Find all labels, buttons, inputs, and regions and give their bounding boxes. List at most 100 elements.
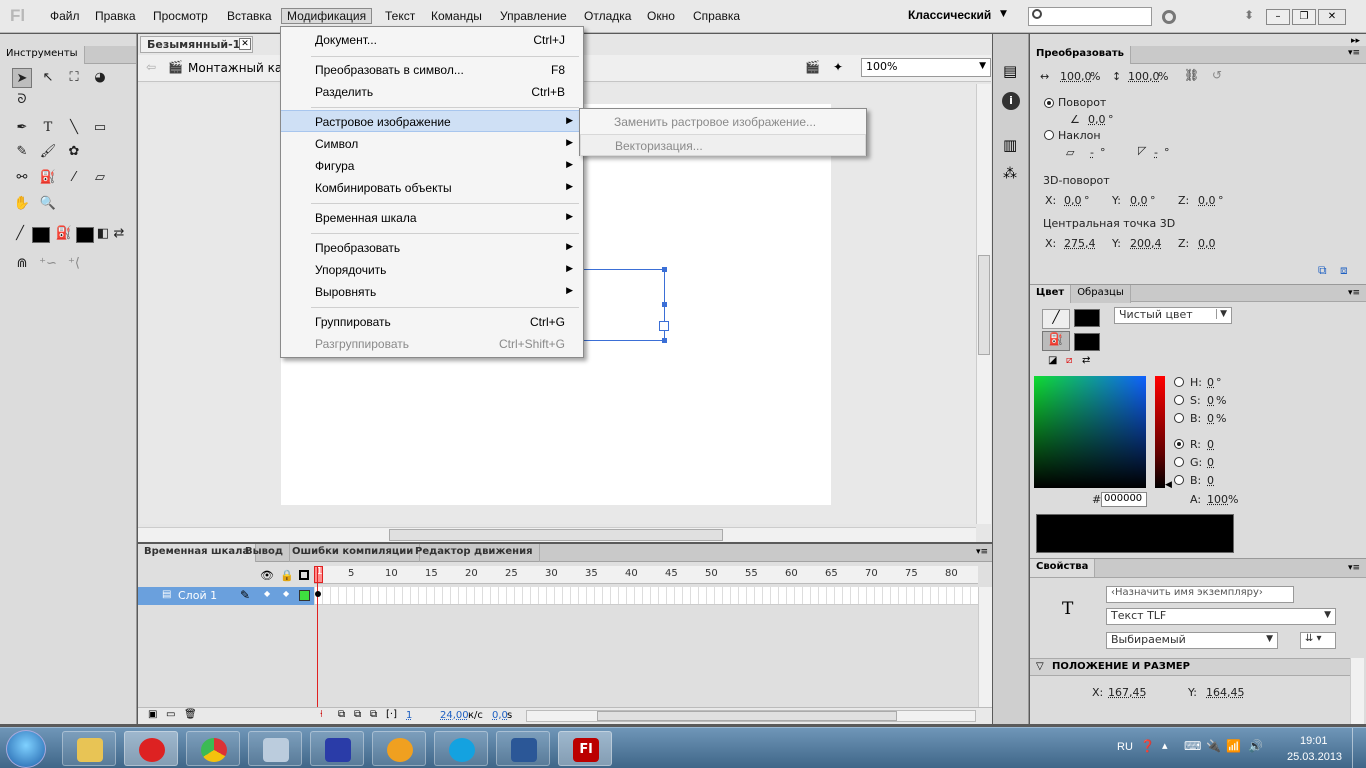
stroke-color-icon[interactable]: ╱ — [10, 224, 30, 244]
menu-control[interactable]: Управление — [500, 9, 567, 23]
edit-symbol-icon[interactable]: ✦ — [833, 60, 843, 74]
subselection-tool-icon[interactable]: ↖ — [38, 68, 58, 88]
menu-item-convert-to-symbol[interactable]: Преобразовать в символ... F8 — [281, 59, 583, 81]
tab-compiler-errors[interactable]: Ошибки компиляции — [286, 544, 421, 562]
rectangle-tool-icon[interactable]: ▭ — [90, 118, 110, 138]
edit-scene-icon[interactable]: 🎬 — [805, 60, 820, 74]
smooth-icon[interactable]: ⁺∽ — [38, 254, 58, 274]
resize-handle[interactable] — [662, 302, 667, 307]
time-value[interactable]: 0,0 — [492, 710, 508, 721]
close-button[interactable]: ✕ — [1318, 9, 1346, 25]
text-orientation-select[interactable]: ⇊ ▾ — [1300, 632, 1336, 649]
menu-commands[interactable]: Команды — [431, 9, 482, 23]
straighten-icon[interactable]: ⁺⟨ — [64, 254, 84, 274]
info-icon[interactable]: i — [1002, 92, 1020, 110]
minimize-button[interactable]: – — [1266, 9, 1290, 25]
s-value[interactable]: 0 — [1207, 394, 1214, 407]
menu-item-transform[interactable]: Преобразовать ▶ — [281, 237, 583, 259]
show-desktop-button[interactable] — [1352, 728, 1366, 768]
black-white-icon[interactable]: ◧ — [96, 224, 110, 244]
tray-expand-icon[interactable]: ▴ — [1162, 739, 1168, 752]
text-overflow-handle[interactable] — [659, 321, 669, 331]
menu-insert[interactable]: Вставка — [227, 9, 272, 23]
pen-tool-icon[interactable]: ✒ — [12, 118, 32, 138]
g-value[interactable]: 0 — [1207, 456, 1214, 469]
tab-color[interactable]: Цвет — [1030, 285, 1072, 303]
blue-value[interactable]: 0 — [1207, 474, 1214, 487]
document-tab[interactable]: Безымянный-1* — [140, 36, 254, 53]
menu-window[interactable]: Окно — [647, 9, 675, 23]
panel-menu-icon[interactable]: ▾≡ — [1348, 563, 1360, 573]
constrain-icon[interactable]: ⛓ — [1184, 68, 1199, 82]
eyedropper-tool-icon[interactable]: ⁄ — [64, 168, 84, 188]
color-picker-field[interactable] — [1034, 376, 1146, 488]
properties-scrollbar[interactable] — [1350, 658, 1364, 724]
menu-item-timeline[interactable]: Временная шкала ▶ — [281, 207, 583, 229]
lock-dot-icon[interactable]: ◆ — [283, 589, 289, 598]
menu-item-break-apart[interactable]: Разделить Ctrl+B — [281, 81, 583, 103]
menu-item-symbol[interactable]: Символ ▶ — [281, 133, 583, 155]
panel-menu-icon[interactable]: ▾≡ — [976, 547, 988, 557]
h-radio[interactable] — [1174, 377, 1184, 387]
resize-handle[interactable] — [662, 338, 667, 343]
swap-colors-icon[interactable]: ⇄ — [1082, 355, 1090, 366]
delete-icon[interactable]: 🗑 — [184, 709, 197, 720]
center-y-value[interactable]: 200,4 — [1130, 237, 1162, 250]
edit-multiple-icon[interactable]: ⧉ — [370, 709, 377, 720]
menu-help[interactable]: Справка — [693, 9, 740, 23]
keyframe-dot[interactable] — [315, 591, 321, 597]
back-arrow-icon[interactable]: ⇦ — [146, 60, 156, 74]
menu-item-document[interactable]: Документ... Ctrl+J — [281, 29, 583, 51]
rotation-z-value[interactable]: 0,0 — [1198, 194, 1216, 207]
fill-color-swatch[interactable] — [1074, 333, 1100, 351]
current-frame-value[interactable]: 1 — [406, 710, 412, 721]
stroke-color-icon[interactable]: ╱ — [1042, 309, 1070, 329]
paint-bucket-tool-icon[interactable]: ⛽ — [38, 168, 58, 188]
resize-handle[interactable] — [662, 267, 667, 272]
snap-magnet-icon[interactable]: ⋒ — [12, 254, 32, 274]
lock-icon[interactable]: 🔒 — [280, 569, 294, 582]
layer-color-icon[interactable] — [299, 590, 310, 601]
remove-transform-icon[interactable]: ⧈ — [1340, 263, 1348, 278]
zoom-select[interactable]: 100% ▼ — [861, 58, 991, 77]
tab-motion-editor[interactable]: Редактор движения — [409, 544, 540, 562]
rotation-y-value[interactable]: 0,0 — [1130, 194, 1148, 207]
b-radio[interactable] — [1174, 413, 1184, 423]
menu-item-combine-objects[interactable]: Комбинировать объекты ▶ — [281, 177, 583, 199]
panel-menu-icon[interactable]: ▾≡ — [1348, 288, 1360, 298]
taskbar-flash[interactable]: Fl — [558, 731, 612, 766]
menu-text[interactable]: Текст — [385, 9, 415, 23]
timeline-scroll-thumb[interactable] — [597, 711, 897, 721]
visible-dot-icon[interactable]: ◆ — [264, 589, 270, 598]
outline-icon[interactable] — [299, 570, 309, 580]
center-frame-icon[interactable]: ⍿ — [320, 709, 323, 720]
tab-output[interactable]: Вывод — [239, 544, 290, 562]
scale-height-value[interactable]: 100,0 — [1128, 70, 1160, 83]
text-tool-icon[interactable]: T — [38, 118, 58, 138]
g-radio[interactable] — [1174, 457, 1184, 467]
close-icon[interactable]: ✕ — [239, 38, 251, 50]
free-transform-tool-icon[interactable]: ⛶ — [64, 68, 84, 88]
h-value[interactable]: 0 — [1207, 376, 1214, 389]
menu-item-align[interactable]: Выровнять ▶ — [281, 281, 583, 303]
position-size-header[interactable]: ▽ ПОЛОЖЕНИЕ И РАЗМЕР — [1030, 658, 1350, 676]
brush-tool-icon[interactable]: 🖌 — [38, 142, 58, 162]
new-layer-icon[interactable]: ▣ — [148, 709, 157, 720]
3d-rotation-tool-icon[interactable]: ◕ — [90, 68, 110, 88]
selection-tool-icon[interactable]: ➤ — [12, 68, 32, 88]
lasso-tool-icon[interactable]: ᘐ — [12, 90, 32, 110]
stroke-color-swatch[interactable] — [32, 227, 50, 243]
line-tool-icon[interactable]: ╲ — [64, 118, 84, 138]
rotation-x-value[interactable]: 0,0 — [1064, 194, 1082, 207]
r-value[interactable]: 0 — [1207, 438, 1214, 451]
position-x-value[interactable]: 167,45 — [1108, 686, 1147, 699]
no-color-icon[interactable]: ⧄ — [1066, 355, 1072, 366]
hex-input[interactable]: 000000 — [1101, 492, 1147, 507]
components-icon[interactable]: ⁂ — [1003, 166, 1017, 182]
menu-modify[interactable]: Модификация — [281, 8, 373, 24]
onion-outline-icon[interactable]: ⧉ — [354, 709, 361, 720]
maximize-button[interactable]: ❐ — [1292, 9, 1316, 25]
taskbar-daemon-tools[interactable] — [372, 731, 426, 766]
fill-color-swatch[interactable] — [76, 227, 94, 243]
network-icon[interactable]: 📶 — [1226, 739, 1241, 753]
